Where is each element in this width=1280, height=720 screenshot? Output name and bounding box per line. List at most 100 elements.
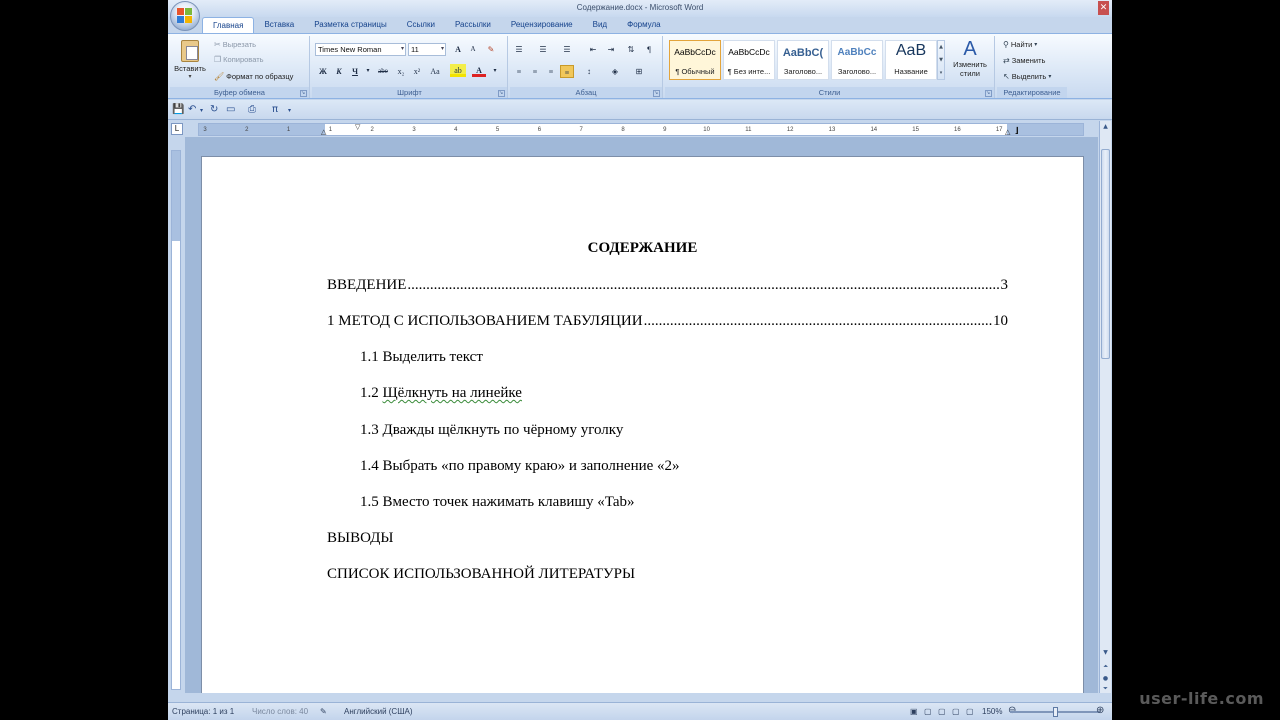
tab-selector[interactable]: L — [171, 123, 183, 135]
shading-icon[interactable]: ◈ — [608, 65, 622, 78]
proofing-icon[interactable]: ✎ — [320, 707, 327, 716]
italic-button[interactable]: К — [332, 65, 346, 78]
style-normal[interactable]: AaBbCcDc ¶ Обычный — [669, 40, 721, 80]
style-no-spacing[interactable]: AaBbCcDc ¶ Без инте... — [723, 40, 775, 80]
numbering-icon[interactable]: ☰ — [536, 43, 550, 56]
font-color-icon[interactable]: A — [472, 64, 486, 77]
tab-mailings[interactable]: Рассылки — [445, 17, 501, 34]
web-layout-icon[interactable]: ▢ — [938, 707, 946, 716]
undo-icon[interactable]: ↶ — [188, 104, 196, 115]
paragraph-launcher-icon[interactable]: ↘ — [653, 90, 660, 97]
scroll-up-icon[interactable]: ▲ — [1100, 121, 1111, 132]
sort-icon[interactable]: ⇅ — [624, 43, 638, 56]
align-left-icon[interactable]: ≡ — [512, 65, 526, 78]
increase-indent-icon[interactable]: ⇥ — [604, 43, 618, 56]
new-document-icon[interactable]: ▭ — [226, 104, 235, 115]
paste-button[interactable]: Вставить ▾ — [172, 38, 208, 84]
redo-icon[interactable]: ↻ — [210, 104, 218, 115]
outline-view-icon[interactable]: ▢ — [952, 707, 960, 716]
tab-formula[interactable]: Формула — [617, 17, 671, 34]
subscript-button[interactable]: x₂ — [394, 65, 408, 78]
first-line-indent-marker[interactable]: ▽ — [355, 123, 360, 131]
justify-icon[interactable]: ≡ — [560, 65, 574, 78]
tab-view[interactable]: Вид — [583, 17, 617, 34]
font-launcher-icon[interactable]: ↘ — [498, 90, 505, 97]
draft-view-icon[interactable]: ▢ — [966, 707, 974, 716]
vertical-scrollbar[interactable]: ▲ ▼ ⏶ ● ⏷ — [1099, 121, 1111, 693]
save-icon[interactable]: 💾 — [172, 104, 184, 115]
font-name-select[interactable]: Times New Roman ▾ — [315, 43, 406, 56]
find-button[interactable]: ⚲ Найти ▾ — [1003, 40, 1037, 49]
copy-button[interactable]: ❐ Копировать — [214, 55, 264, 64]
customize-toolbar-icon[interactable]: ▾ — [288, 107, 291, 114]
show-marks-icon[interactable]: ¶ — [642, 43, 656, 56]
multilevel-list-icon[interactable]: ☰ — [560, 43, 574, 56]
tab-references[interactable]: Ссылки — [397, 17, 445, 34]
tab-page-layout[interactable]: Разметка страницы — [304, 17, 397, 34]
style-title[interactable]: AaB Название — [885, 40, 937, 80]
format-painter-button[interactable]: 🖌 Формат по образцу — [214, 72, 293, 81]
select-button[interactable]: ↖ Выделить ▾ — [1003, 72, 1051, 81]
clipboard-launcher-icon[interactable]: ↘ — [300, 90, 307, 97]
zoom-in-icon[interactable]: ⊕ — [1096, 705, 1104, 716]
align-right-icon[interactable]: ≡ — [544, 65, 558, 78]
close-window-button[interactable]: ✕ — [1098, 1, 1109, 15]
cut-button[interactable]: ✂ Вырезать — [214, 40, 256, 49]
scrollbar-thumb[interactable] — [1101, 149, 1110, 359]
borders-icon[interactable]: ⊞ — [632, 65, 646, 78]
change-styles-button[interactable]: A Изменить стили — [948, 38, 992, 84]
change-case-button[interactable]: Aa — [426, 65, 444, 78]
bullets-icon[interactable]: ☰ — [512, 43, 526, 56]
next-page-icon[interactable]: ⏷ — [1100, 683, 1111, 694]
right-tab-stop[interactable]: ⌋ — [1015, 126, 1019, 135]
tab-insert[interactable]: Вставка — [254, 17, 304, 34]
scroll-down-icon[interactable]: ▼ — [1100, 647, 1111, 658]
horizontal-ruler[interactable]: 3 2 1 1 2 3 4 5 6 7 8 9 10 11 12 13 14 15 16 17 ▽ △ △ ⌋ — [198, 123, 1084, 136]
office-button[interactable] — [170, 1, 200, 31]
right-indent-marker[interactable]: △ — [1005, 128, 1010, 136]
superscript-button[interactable]: x² — [410, 65, 424, 78]
vertical-ruler[interactable] — [171, 150, 181, 690]
line-spacing-icon[interactable]: ↕ — [582, 65, 596, 78]
binoculars-icon: ⚲ — [1003, 39, 1009, 49]
highlight-icon[interactable]: ab — [450, 64, 466, 77]
print-preview-icon[interactable]: ⎙ — [248, 104, 256, 115]
print-layout-icon[interactable]: ▣ — [910, 707, 918, 716]
underline-button[interactable]: Ч — [348, 65, 362, 78]
ruler-tick-label: 13 — [828, 127, 836, 133]
ribbon-tabs: Главная Вставка Разметка страницы Ссылки… — [202, 17, 671, 34]
word-count-status[interactable]: Число слов: 40 — [252, 707, 308, 716]
grow-font-button[interactable]: A — [451, 43, 465, 56]
tab-home[interactable]: Главная — [202, 17, 255, 34]
tab-review[interactable]: Рецензирование — [501, 17, 583, 34]
zoom-level[interactable]: 150% — [982, 707, 1002, 716]
styles-scroll[interactable]: ▲ ▼ ▾ — [937, 40, 945, 80]
strikethrough-button[interactable]: abe — [374, 65, 392, 78]
paste-dropdown-icon: ▾ — [188, 73, 192, 80]
full-screen-reading-icon[interactable]: ▢ — [924, 707, 932, 716]
align-center-icon[interactable]: ≡ — [528, 65, 542, 78]
shrink-font-button[interactable]: A — [466, 43, 480, 56]
equation-icon[interactable]: π — [272, 104, 278, 115]
find-label: Найти — [1010, 40, 1033, 49]
font-size-select[interactable]: 11 ▾ — [408, 43, 446, 56]
undo-dropdown-icon[interactable]: ▾ — [200, 107, 203, 114]
left-indent-marker[interactable]: △ — [321, 128, 326, 136]
underline-dropdown-icon[interactable]: ▾ — [361, 65, 375, 78]
style-heading-2[interactable]: AaBbCc Заголово... — [831, 40, 883, 80]
decrease-indent-icon[interactable]: ⇤ — [586, 43, 600, 56]
previous-page-icon[interactable]: ⏶ — [1100, 661, 1111, 672]
ruler-tick-label: 17 — [995, 127, 1003, 133]
toc-subitem: 1.1 Выделить текст — [360, 349, 483, 366]
clear-format-icon[interactable]: ✎ — [484, 43, 498, 56]
font-color-dropdown-icon[interactable]: ▾ — [488, 65, 502, 78]
page-count-status[interactable]: Страница: 1 из 1 — [172, 707, 234, 716]
document-page[interactable]: СОДЕРЖАНИЕ ВВЕДЕНИЕ ....................… — [201, 156, 1084, 693]
bold-button[interactable]: Ж — [316, 65, 330, 78]
language-status[interactable]: Английский (США) — [344, 707, 413, 716]
zoom-slider-thumb[interactable] — [1053, 707, 1058, 717]
replace-button[interactable]: ⇄ Заменить — [1003, 56, 1045, 65]
style-heading-1[interactable]: AaBbC( Заголово... — [777, 40, 829, 80]
title-bar: Содержание.docx - Microsoft Word ✕ — [168, 0, 1112, 17]
styles-launcher-icon[interactable]: ↘ — [985, 90, 992, 97]
